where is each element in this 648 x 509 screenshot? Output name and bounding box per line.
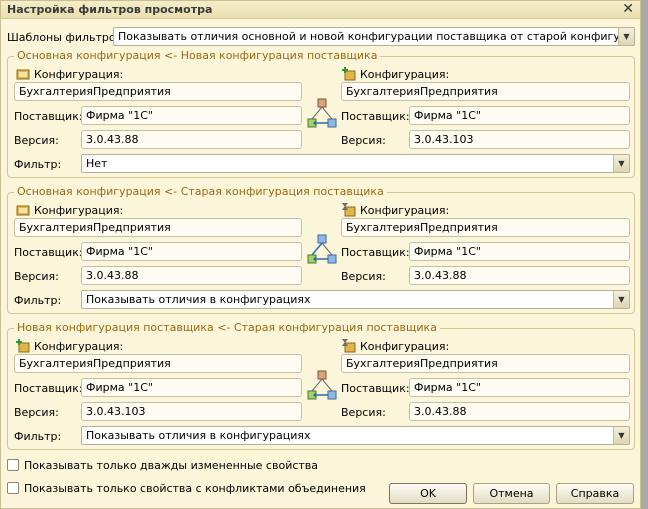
version-label: Версия: (341, 406, 386, 419)
filter-settings-dialog: Настройка фильтров просмотра ✕ Шаблоны ф… (0, 0, 641, 509)
merge-arrows-icon (307, 234, 337, 264)
version-label: Версия: (14, 270, 59, 283)
filter-select[interactable]: Показывать отличия в конфигурациях ▼ (81, 426, 630, 445)
config-label: Конфигурация: (34, 204, 124, 217)
group-title: Основная конфигурация <- Старая конфигур… (14, 185, 387, 198)
config-label: Конфигурация: (34, 68, 124, 81)
group-main-new: Основная конфигурация <- Новая конфигура… (7, 49, 635, 178)
twice-changed-label[interactable]: Показывать только дважды измененные свой… (24, 459, 318, 472)
help-button[interactable]: Справка (556, 483, 634, 504)
filter-label: Фильтр: (14, 294, 62, 307)
config-label: Конфигурация: (360, 204, 450, 217)
filter-value: Нет (86, 157, 108, 170)
left-config-field[interactable]: БухгалтерияПредприятия (14, 354, 302, 373)
version-label: Версия: (341, 134, 386, 147)
chevron-down-icon[interactable]: ▼ (613, 427, 629, 444)
new-configuration-icon (342, 67, 356, 81)
config-label: Конфигурация: (360, 340, 450, 353)
templates-label: Шаблоны фильтров: (7, 31, 126, 44)
left-version-field[interactable]: 3.0.43.88 (81, 266, 302, 285)
configuration-icon (16, 69, 30, 80)
version-label: Версия: (14, 134, 59, 147)
group-title: Новая конфигурация поставщика <- Старая … (14, 321, 440, 334)
vendor-label: Поставщик: (341, 382, 410, 395)
filter-value: Показывать отличия в конфигурациях (86, 293, 311, 306)
version-label: Версия: (14, 406, 59, 419)
chevron-down-icon[interactable]: ▼ (613, 291, 629, 308)
window-title: Настройка фильтров просмотра (7, 3, 213, 16)
merge-conflicts-label[interactable]: Показывать только свойства с конфликтами… (24, 482, 366, 495)
vendor-label: Поставщик: (341, 110, 410, 123)
chevron-down-icon[interactable]: ▼ (613, 155, 629, 172)
version-label: Версия: (341, 270, 386, 283)
ok-button[interactable]: OK (389, 483, 467, 504)
merge-arrows-icon (307, 98, 337, 128)
filter-select[interactable]: Нет ▼ (81, 154, 630, 173)
config-label: Конфигурация: (34, 340, 124, 353)
right-version-field[interactable]: 3.0.43.88 (409, 266, 630, 285)
left-vendor-field[interactable]: Фирма "1С" (81, 242, 302, 261)
filter-value: Показывать отличия в конфигурациях (86, 429, 311, 442)
vendor-label: Поставщик: (14, 110, 83, 123)
cancel-button[interactable]: Отмена (473, 483, 550, 504)
right-vendor-field[interactable]: Фирма "1С" (409, 378, 630, 397)
left-config-field[interactable]: БухгалтерияПредприятия (14, 218, 302, 237)
filter-select[interactable]: Показывать отличия в конфигурациях ▼ (81, 290, 630, 309)
old-configuration-icon (342, 203, 356, 217)
templates-value: Показывать отличия основной и новой конф… (118, 30, 634, 43)
vendor-label: Поставщик: (341, 246, 410, 259)
left-version-field[interactable]: 3.0.43.88 (81, 130, 302, 149)
config-label: Конфигурация: (360, 68, 450, 81)
new-configuration-icon (16, 339, 30, 353)
vendor-label: Поставщик: (14, 382, 83, 395)
right-version-field[interactable]: 3.0.43.88 (409, 402, 630, 421)
left-version-field[interactable]: 3.0.43.103 (81, 402, 302, 421)
group-title: Основная конфигурация <- Новая конфигура… (14, 49, 381, 62)
left-config-field[interactable]: БухгалтерияПредприятия (14, 82, 302, 101)
group-new-old: Новая конфигурация поставщика <- Старая … (7, 321, 635, 450)
right-config-field[interactable]: БухгалтерияПредприятия (341, 354, 630, 373)
chevron-down-icon[interactable]: ▼ (618, 28, 634, 45)
left-vendor-field[interactable]: Фирма "1С" (81, 106, 302, 125)
merge-conflicts-checkbox[interactable] (7, 482, 19, 494)
right-version-field[interactable]: 3.0.43.103 (409, 130, 630, 149)
templates-select[interactable]: Показывать отличия основной и новой конф… (113, 27, 635, 46)
merge-arrows-icon (307, 370, 337, 400)
vendor-label: Поставщик: (14, 246, 83, 259)
left-vendor-field[interactable]: Фирма "1С" (81, 378, 302, 397)
filter-label: Фильтр: (14, 158, 62, 171)
right-config-field[interactable]: БухгалтерияПредприятия (341, 82, 630, 101)
group-main-old: Основная конфигурация <- Старая конфигур… (7, 185, 635, 314)
old-configuration-icon (342, 339, 356, 353)
right-config-field[interactable]: БухгалтерияПредприятия (341, 218, 630, 237)
background-window-edge (641, 0, 648, 509)
title-bar[interactable]: Настройка фильтров просмотра ✕ (1, 1, 640, 19)
configuration-icon (16, 205, 30, 216)
close-icon[interactable]: ✕ (622, 1, 634, 17)
right-vendor-field[interactable]: Фирма "1С" (409, 106, 630, 125)
right-vendor-field[interactable]: Фирма "1С" (409, 242, 630, 261)
filter-label: Фильтр: (14, 430, 62, 443)
twice-changed-checkbox[interactable] (7, 459, 19, 471)
